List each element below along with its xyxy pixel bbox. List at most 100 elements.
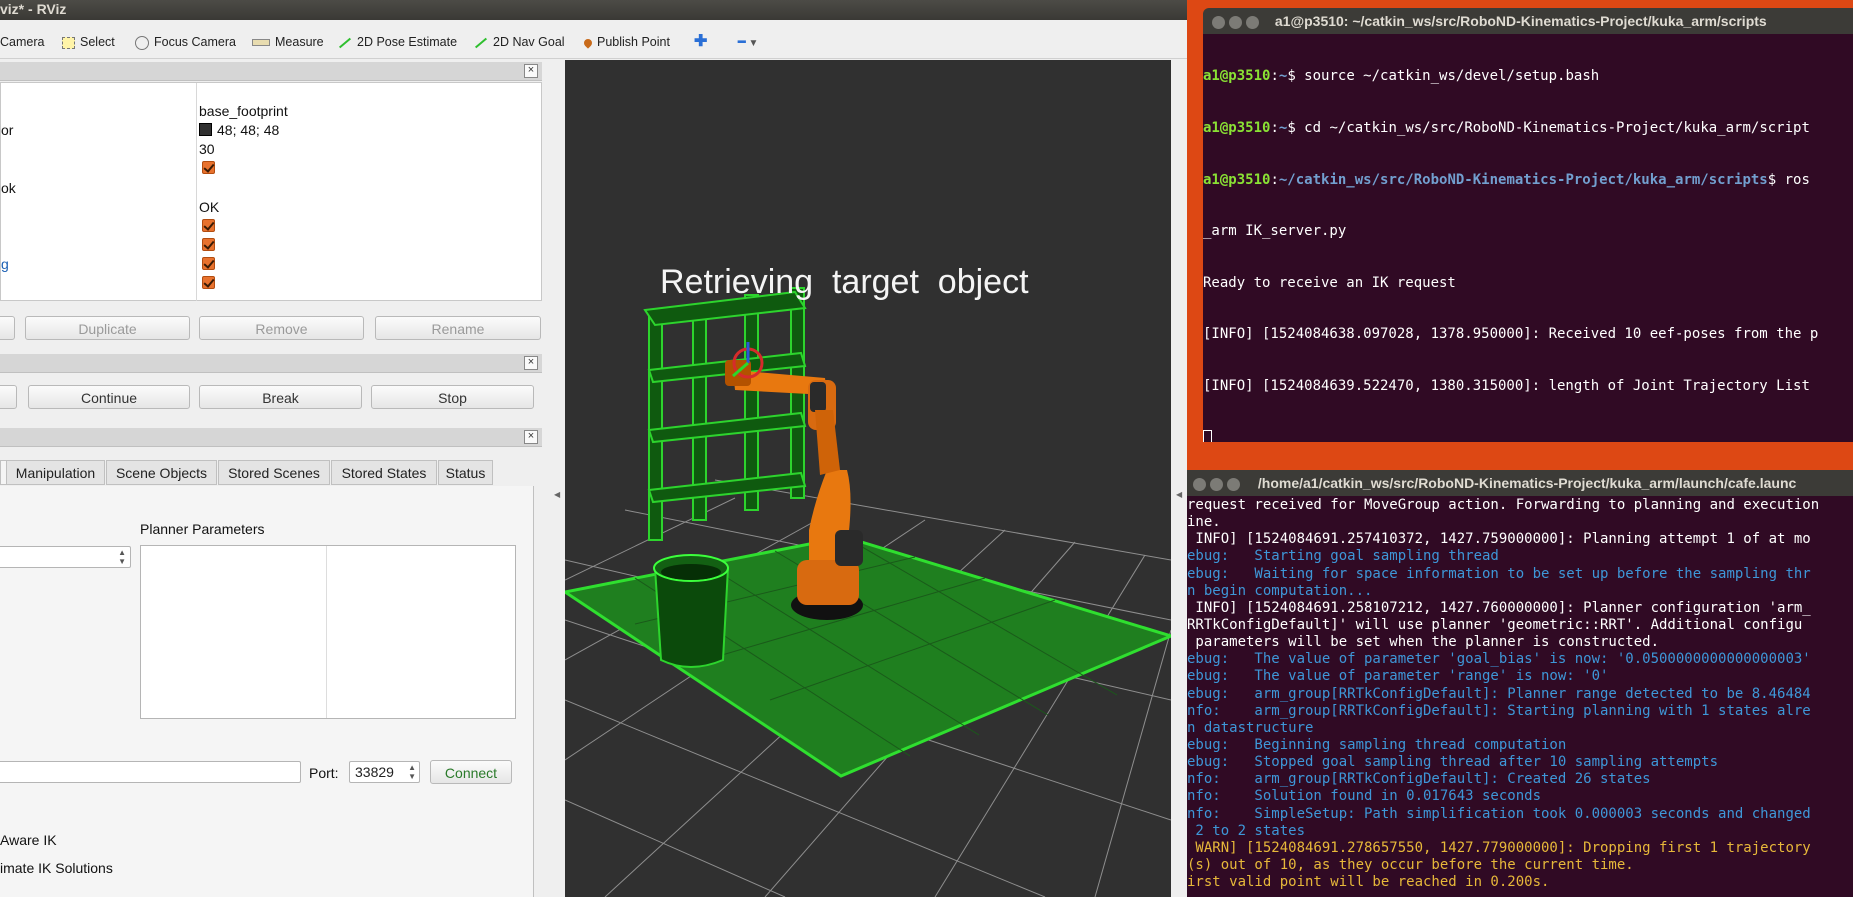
frame-rate-value[interactable]: 30 xyxy=(199,141,215,157)
remove-button[interactable]: Remove xyxy=(199,316,364,340)
terminal-window-2: /home/a1/catkin_ws/src/RoboND-Kinematics… xyxy=(1187,470,1853,897)
tool-label: Measure xyxy=(275,35,324,49)
output-line: [INFO] [1524084639.522470, 1380.315000]:… xyxy=(1203,377,1810,394)
maximize-icon[interactable] xyxy=(1246,15,1259,29)
terminal-1-title: a1@p3510: ~/catkin_ws/src/RoboND-Kinemat… xyxy=(1274,13,1767,29)
prompt-line: a1@p3510:~$ source ~/catkin_ws/devel/set… xyxy=(1203,68,1600,85)
tool-2d-pose-estimate[interactable]: 2D Pose Estimate xyxy=(338,33,457,51)
scene-render xyxy=(565,287,1171,897)
checkbox[interactable] xyxy=(202,257,215,270)
rviz-title-bar: viz* - RViz xyxy=(0,0,1187,20)
terminal-1-body[interactable]: a1@p3510:~$ source ~/catkin_ws/devel/set… xyxy=(1203,34,1853,442)
tool-2d-nav-goal[interactable]: 2D Nav Goal xyxy=(474,33,565,51)
ruler-icon xyxy=(252,39,270,47)
add-display-button[interactable] xyxy=(0,316,15,340)
prompt-user: a1@p3510 xyxy=(1203,68,1271,85)
tool-measure[interactable]: Measure xyxy=(252,33,324,51)
aware-ik-option[interactable]: Aware IK xyxy=(0,832,57,848)
minimize-icon[interactable] xyxy=(1210,477,1223,491)
continue-button[interactable]: Continue xyxy=(28,385,190,409)
terminal-2-title: /home/a1/catkin_ws/src/RoboND-Kinematics… xyxy=(1257,475,1797,491)
tab-manipulation[interactable]: Manipulation xyxy=(6,460,105,485)
maximize-icon[interactable] xyxy=(1227,477,1240,491)
close-icon[interactable] xyxy=(1212,15,1225,29)
display-name-partial[interactable]: or xyxy=(1,122,13,138)
display-name-partial[interactable]: g xyxy=(1,256,9,272)
close-icon[interactable]: × xyxy=(524,64,538,78)
tab-status[interactable]: Status xyxy=(438,460,493,485)
window-buttons xyxy=(1193,475,1248,491)
log-line: ebug: arm_group[RRTkConfigDefault]: Plan… xyxy=(1187,685,1811,702)
close-icon[interactable]: × xyxy=(524,356,538,370)
close-icon[interactable]: × xyxy=(524,430,538,444)
minimize-icon[interactable] xyxy=(1229,15,1242,29)
column-divider[interactable] xyxy=(196,83,197,301)
green-arrow-icon xyxy=(338,37,352,48)
background-color-value[interactable]: 48; 48; 48 xyxy=(199,122,279,138)
viewport-overlay-text: Retrieving target object xyxy=(660,263,1029,301)
host-input[interactable] xyxy=(0,761,301,783)
focus-camera-icon xyxy=(135,35,149,50)
port-value: 33829 xyxy=(355,764,394,780)
prompt-user: a1@p3510 xyxy=(1203,119,1271,136)
display-name-partial[interactable]: ok xyxy=(1,180,16,196)
duplicate-button[interactable]: Duplicate xyxy=(25,316,190,340)
log-line: ebug: The value of parameter 'range' is … xyxy=(1187,668,1609,685)
log-line: 2 to 2 states xyxy=(1187,822,1306,839)
tool-move-camera[interactable]: Camera xyxy=(0,33,44,51)
rename-button[interactable]: Rename xyxy=(375,316,541,340)
plus-icon: ✚ xyxy=(694,33,708,50)
log-line: nfo: arm_group[RRTkConfigDefault]: Start… xyxy=(1187,702,1811,719)
collapse-right-icon: ◀ xyxy=(1176,490,1183,499)
tab-content: ▲ ▼ Planner Parameters Port: 33829 ▲ ▼ Conn… xyxy=(0,486,534,897)
right-splitter[interactable]: ◀ xyxy=(1171,60,1187,897)
close-icon[interactable] xyxy=(1193,477,1206,491)
planner-select[interactable]: ▲ ▼ xyxy=(0,546,131,568)
stop-button[interactable]: Stop xyxy=(371,385,534,409)
tool-select[interactable]: Select xyxy=(62,33,115,51)
output-line: Ready to receive an IK request xyxy=(1203,274,1456,291)
break-button[interactable]: Break xyxy=(199,385,362,409)
checkbox[interactable] xyxy=(202,238,215,251)
approximate-ik-option[interactable]: imate IK Solutions xyxy=(0,860,113,876)
rviz-window: viz* - RViz Camera Select Focus Camera M… xyxy=(0,0,1187,897)
planner-parameters-table[interactable] xyxy=(140,545,516,719)
log-line: INFO] [1524084691.258107212, 1427.760000… xyxy=(1187,599,1811,616)
connect-button[interactable]: Connect xyxy=(430,760,512,784)
add-tool-button[interactable]: ✚ xyxy=(694,33,707,51)
log-line: nfo: Solution found in 0.017643 seconds xyxy=(1187,788,1542,805)
tool-publish-point[interactable]: Publish Point xyxy=(582,33,670,51)
port-input[interactable]: 33829 ▲ ▼ xyxy=(349,761,420,783)
play-button[interactable] xyxy=(0,385,17,409)
log-line: request received for MoveGroup action. F… xyxy=(1187,497,1820,513)
log-line: ebug: Beginning sampling thread computat… xyxy=(1187,736,1567,753)
spin-arrows-icon: ▲ ▼ xyxy=(118,548,126,566)
color-text: 48; 48; 48 xyxy=(217,122,280,138)
spin-arrows-icon: ▲ ▼ xyxy=(408,763,416,781)
tool-label: Select xyxy=(80,35,115,49)
tab-scene-objects[interactable]: Scene Objects xyxy=(106,460,217,485)
displays-tree: or ok g base_footprint 48; 48; 48 30 OK xyxy=(0,82,542,301)
tool-label: 2D Pose Estimate xyxy=(357,35,458,49)
left-splitter[interactable]: ◀ xyxy=(545,60,565,897)
rviz-title: viz* - RViz xyxy=(0,1,67,17)
map-pin-icon xyxy=(582,37,594,49)
tab-stored-states[interactable]: Stored States xyxy=(331,460,437,485)
log-line: parameters will be set when the planner … xyxy=(1187,634,1660,651)
log-line: ebug: Waiting for space information to b… xyxy=(1187,565,1811,582)
log-line: INFO] [1524084691.257410372, 1427.759000… xyxy=(1187,531,1811,548)
fixed-frame-value[interactable]: base_footprint xyxy=(199,103,288,119)
tab-stored-scenes[interactable]: Stored Scenes xyxy=(218,460,330,485)
status-value: OK xyxy=(199,199,220,215)
terminal-2-body[interactable]: request received for MoveGroup action. F… xyxy=(1187,497,1853,897)
color-swatch xyxy=(199,123,212,136)
remove-tool-button[interactable]: ━ ▼ xyxy=(738,33,758,51)
checkbox[interactable] xyxy=(202,276,215,289)
tool-focus-camera[interactable]: Focus Camera xyxy=(135,33,236,51)
log-line: ebug: Stopped goal sampling thread after… xyxy=(1187,754,1719,771)
checkbox[interactable] xyxy=(202,161,215,174)
checkbox[interactable] xyxy=(202,219,215,232)
3d-viewport[interactable]: Retrieving target object xyxy=(565,60,1171,897)
collapse-left-icon: ◀ xyxy=(554,490,561,499)
shelf xyxy=(643,287,807,541)
